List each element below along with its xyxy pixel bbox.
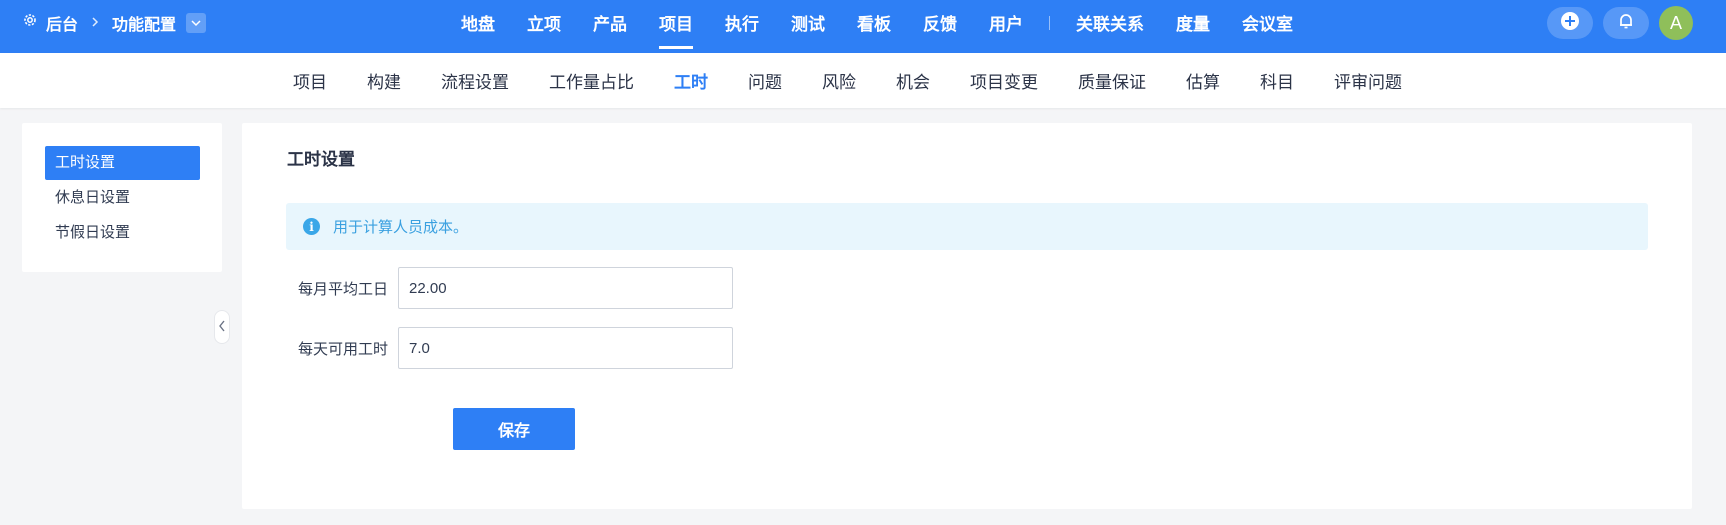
monthly-days-input[interactable] [398,267,733,309]
form-row-daily-hours: 每天可用工时 [286,327,733,369]
nav-meeting-room[interactable]: 会议室 [1226,0,1309,49]
nav-dashboard[interactable]: 地盘 [445,0,511,49]
info-icon: i [303,218,320,235]
notifications-button[interactable] [1603,7,1649,39]
page-title: 工时设置 [287,150,355,169]
form-row-monthly-days: 每月平均工日 [286,267,733,309]
tab-risks[interactable]: 风险 [802,68,876,93]
tab-build[interactable]: 构建 [347,68,421,93]
nav-metrics[interactable]: 度量 [1160,0,1226,49]
tab-estimate[interactable]: 估算 [1166,68,1240,93]
monthly-days-label: 每月平均工日 [297,280,388,298]
nav-user[interactable]: 用户 [973,0,1039,49]
nav-initiation[interactable]: 立项 [511,0,577,49]
sidebar-item-work-hours[interactable]: 工时设置 [45,146,200,180]
avatar[interactable]: A [1659,6,1693,40]
daily-hours-label: 每天可用工时 [297,340,388,358]
header-actions: A [1547,6,1693,40]
tab-workload-ratio[interactable]: 工作量占比 [529,68,654,93]
chevron-down-icon[interactable] [186,12,207,33]
create-button[interactable] [1547,7,1593,39]
chevron-left-icon [218,319,226,336]
tab-workflow[interactable]: 流程设置 [421,68,529,93]
settings-sidebar: 工时设置 休息日设置 节假日设置 [22,123,222,272]
breadcrumb: 后台 功能配置 [22,0,207,45]
nav-project[interactable]: 项目 [643,0,709,49]
tab-work-hours[interactable]: 工时 [654,68,728,93]
plus-icon [1560,11,1580,35]
top-header: 后台 功能配置 地盘 立项 产品 项目 执行 测试 看板 反馈 用户 关联关系 … [0,0,1726,53]
nav-product[interactable]: 产品 [577,0,643,49]
nav-execution[interactable]: 执行 [709,0,775,49]
breadcrumb-section[interactable]: 功能配置 [112,11,176,35]
tab-project-change[interactable]: 项目变更 [950,68,1058,93]
info-alert: i 用于计算人员成本。 [286,203,1648,250]
collapse-sidebar-button[interactable] [214,310,230,344]
tab-project[interactable]: 项目 [273,68,347,93]
main-nav: 地盘 立项 产品 项目 执行 测试 看板 反馈 用户 关联关系 度量 会议室 [445,0,1309,49]
tab-review-issues[interactable]: 评审问题 [1314,68,1422,93]
save-button[interactable]: 保存 [453,408,575,450]
chevron-right-icon [90,15,100,31]
tab-opportunities[interactable]: 机会 [876,68,950,93]
sidebar-item-holidays[interactable]: 节假日设置 [45,216,200,250]
nav-feedback[interactable]: 反馈 [907,0,973,49]
nav-divider [1049,15,1050,30]
daily-hours-input[interactable] [398,327,733,369]
nav-relations[interactable]: 关联关系 [1060,0,1160,49]
nav-test[interactable]: 测试 [775,0,841,49]
main-panel: 工时设置 i 用于计算人员成本。 每月平均工日 每天可用工时 保存 [242,123,1692,509]
alert-message: 用于计算人员成本。 [333,219,469,236]
sidebar-item-rest-days[interactable]: 休息日设置 [45,181,200,215]
nav-kanban[interactable]: 看板 [841,0,907,49]
gear-icon[interactable] [22,12,38,33]
breadcrumb-home[interactable]: 后台 [46,11,78,35]
bell-icon [1617,12,1635,34]
sub-nav: 项目 构建 流程设置 工作量占比 工时 问题 风险 机会 项目变更 质量保证 估… [0,53,1726,108]
tab-subjects[interactable]: 科目 [1240,68,1314,93]
tab-qa[interactable]: 质量保证 [1058,68,1166,93]
tab-issues[interactable]: 问题 [728,68,802,93]
